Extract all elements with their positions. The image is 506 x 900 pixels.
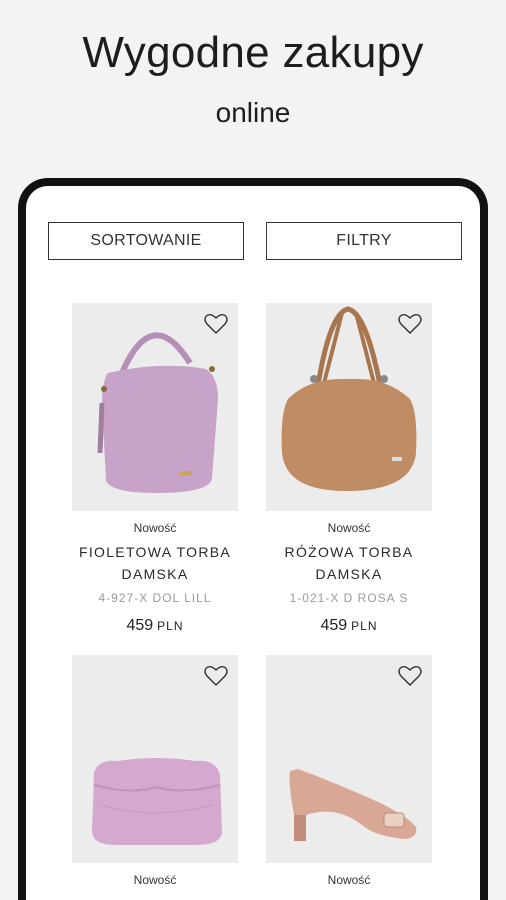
product-name-line-2: DAMSKA	[121, 566, 189, 582]
product-name-line-1: RÓŻOWA TORBA	[284, 544, 414, 560]
product-image[interactable]	[72, 303, 238, 511]
price-value: 459	[320, 617, 348, 634]
product-name-line-1: FIOLETOWA TORBA	[78, 544, 231, 560]
product-name[interactable]: RÓŻOWA TORBA DAMSKA	[266, 541, 432, 585]
new-badge: Nowość	[327, 873, 371, 887]
product-card[interactable]: Nowość	[72, 655, 238, 887]
wishlist-heart-icon[interactable]	[204, 665, 228, 687]
price-currency: PLN	[351, 619, 378, 633]
promo-headline: Wygodne zakupy	[82, 28, 424, 77]
price-value: 459	[126, 617, 154, 634]
filter-button[interactable]: FILTRY	[266, 222, 462, 260]
price-currency: PLN	[157, 619, 184, 633]
product-sku: 1-021-X D ROSA S	[289, 591, 409, 605]
product-grid: Nowość FIOLETOWA TORBA DAMSKA 4-927-X DO…	[72, 303, 432, 887]
product-sku: 4-927-X DOL LILL	[98, 591, 212, 605]
wishlist-heart-icon[interactable]	[398, 313, 422, 335]
listing-toolbar: SORTOWANIE FILTRY	[48, 222, 462, 260]
product-price: 459 PLN	[266, 617, 432, 635]
wishlist-heart-icon[interactable]	[398, 665, 422, 687]
product-image[interactable]	[266, 303, 432, 511]
phone-frame: SORTOWANIE FILTRY Nowość FIOLETOWA TORBA…	[18, 178, 488, 900]
product-card[interactable]: Nowość RÓŻOWA TORBA DAMSKA 1-021-X D ROS…	[266, 303, 432, 635]
new-badge: Nowość	[327, 521, 371, 535]
product-name[interactable]: FIOLETOWA TORBA DAMSKA	[72, 541, 238, 585]
wishlist-heart-icon[interactable]	[204, 313, 228, 335]
product-card[interactable]: Nowość FIOLETOWA TORBA DAMSKA 4-927-X DO…	[72, 303, 238, 635]
promo-subline: online	[215, 97, 291, 128]
product-image[interactable]	[72, 655, 238, 863]
new-badge: Nowość	[133, 873, 177, 887]
sort-button[interactable]: SORTOWANIE	[48, 222, 244, 260]
product-name-line-2: DAMSKA	[315, 566, 383, 582]
product-image[interactable]	[266, 655, 432, 863]
app-screen: SORTOWANIE FILTRY Nowość FIOLETOWA TORBA…	[26, 186, 480, 900]
new-badge: Nowość	[133, 521, 177, 535]
product-price: 459 PLN	[72, 617, 238, 635]
product-card[interactable]: Nowość	[266, 655, 432, 887]
